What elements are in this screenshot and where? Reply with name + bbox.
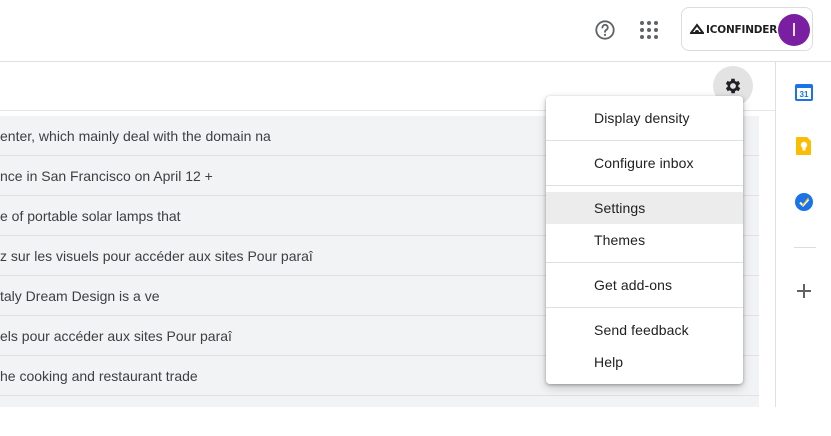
menu-divider [546, 185, 743, 186]
mail-row[interactable] [0, 396, 759, 436]
menu-item-send-feedback[interactable]: Send feedback [546, 314, 743, 346]
top-header: ICONFINDER I [0, 0, 831, 62]
tasks-button[interactable] [794, 192, 814, 212]
plus-icon [797, 284, 811, 298]
tasks-check-icon [795, 193, 813, 211]
mail-snippet: e of portable solar lamps that [0, 207, 181, 224]
side-panel: 31 [775, 62, 831, 407]
keep-button[interactable] [794, 136, 814, 156]
iconfinder-logo-icon [690, 23, 704, 34]
mail-snippet: nce in San Francisco on April 12 + [0, 167, 213, 184]
menu-item-display-density[interactable]: Display density [546, 102, 743, 134]
help-circle-icon [595, 20, 615, 40]
apps-button[interactable] [629, 10, 669, 50]
brand-name: ICONFINDER [706, 24, 778, 36]
mail-snippet: enter, which mainly deal with the domain… [0, 127, 271, 144]
brand-logo: ICONFINDER [690, 21, 777, 39]
menu-item-themes[interactable]: Themes [546, 224, 743, 256]
apps-grid-icon [640, 21, 658, 39]
calendar-day: 31 [800, 90, 809, 99]
settings-menu: Display density Configure inbox Settings… [546, 96, 743, 384]
side-divider [794, 247, 816, 248]
menu-divider [546, 307, 743, 308]
menu-divider [546, 140, 743, 141]
menu-item-help[interactable]: Help [546, 346, 743, 378]
menu-item-configure-inbox[interactable]: Configure inbox [546, 147, 743, 179]
mail-snippet: els pour accéder aux sites Pour paraî [0, 327, 232, 344]
account-switcher[interactable]: ICONFINDER I [681, 7, 813, 51]
add-addon-button[interactable] [795, 282, 813, 305]
avatar[interactable]: I [778, 14, 810, 46]
menu-item-settings[interactable]: Settings [546, 192, 743, 224]
menu-divider [546, 262, 743, 263]
gear-icon [725, 78, 741, 94]
keep-bulb-icon [796, 137, 811, 155]
mail-snippet: z sur les visuels pour accéder aux sites… [0, 247, 313, 264]
calendar-button[interactable]: 31 [794, 82, 814, 102]
help-button[interactable] [585, 10, 625, 50]
mail-snippet: taly Dream Design is a ve [0, 287, 160, 304]
menu-item-get-add-ons[interactable]: Get add-ons [546, 269, 743, 301]
mail-snippet: he cooking and restaurant trade [0, 367, 198, 384]
calendar-icon: 31 [795, 84, 813, 101]
